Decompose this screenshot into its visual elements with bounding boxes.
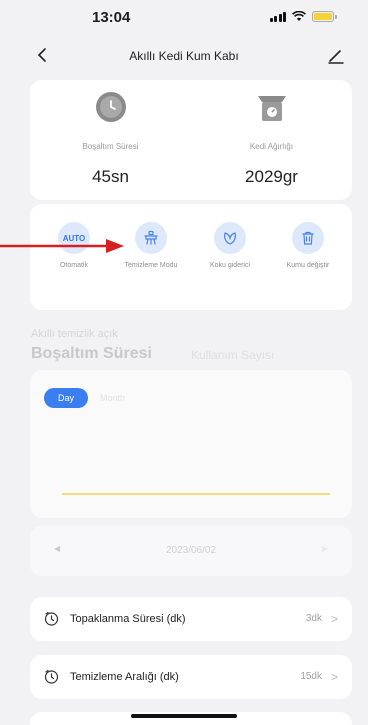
cat-weight-label: Kedi Ağırlığı: [249, 142, 294, 151]
mode-deodorizer[interactable]: Koku giderici: [194, 222, 266, 269]
setting-cleaning-interval[interactable]: Temizleme Aralığı (dk) 15dk >: [30, 655, 352, 699]
wifi-icon: [292, 11, 306, 21]
annotation-arrow-icon: [0, 239, 124, 253]
chart-card: Day Month: [30, 370, 352, 518]
setting-label: Temizleme Aralığı (dk): [70, 671, 179, 683]
mode-cleaning-label: Temizleme Modu: [124, 262, 178, 269]
current-date: 2023/06/02: [165, 545, 217, 556]
next-date-button[interactable]: ▶: [322, 544, 328, 553]
setting-value: 3dk: [305, 613, 322, 624]
setting-label: Topaklanma Süresi (dk): [70, 613, 186, 625]
mode-change-litter-label: Kumu değiştir: [286, 262, 330, 269]
modes-card: AUTO Otomatik Temizleme Modu Koku gideri…: [30, 204, 352, 310]
drain-time-value: 45sn: [92, 167, 129, 186]
date-navigator: ◀ 2023/06/02 ▶: [30, 526, 352, 576]
mode-change-litter[interactable]: Kumu değiştir: [272, 222, 344, 269]
edit-pencil-icon[interactable]: [326, 45, 346, 65]
setting-value: 15dk: [300, 671, 322, 682]
smart-cleaning-status: Akıllı temizlik açık: [31, 328, 118, 340]
page-title: Akıllı Kedi Kum Kabı: [129, 49, 239, 63]
chevron-right-icon: >: [330, 612, 338, 626]
chart-area: [62, 493, 330, 495]
trash-icon: [302, 231, 314, 245]
chevron-right-icon: >: [330, 670, 338, 684]
cat-weight-stat: Kedi Ağırlığı 2029gr: [191, 80, 352, 200]
status-bar: 13:04: [0, 0, 368, 32]
drain-time-stat: Boşaltım Süresi 45sn: [30, 80, 191, 200]
clock-icon: [44, 669, 59, 684]
status-time: 13:04: [92, 9, 131, 26]
home-indicator[interactable]: [131, 714, 237, 718]
cellular-signal-icon: [269, 11, 286, 22]
clock-icon: [44, 611, 59, 626]
tab-drain-time[interactable]: Boşaltım Süresi: [31, 345, 152, 363]
tab-usage-count[interactable]: Kullanım Sayısı: [191, 348, 274, 362]
weighing-scale-icon: [258, 96, 286, 121]
timer-clock-icon: [96, 92, 126, 122]
leaf-icon: [224, 232, 236, 245]
drain-time-label: Boşaltım Süresi: [82, 142, 139, 151]
mode-deodorizer-label: Koku giderici: [209, 262, 251, 269]
cat-weight-value: 2029gr: [245, 167, 298, 186]
cleaning-mode-icon: [144, 230, 158, 245]
stats-card: Boşaltım Süresi 45sn Kedi Ağırlığı 2029g…: [30, 80, 352, 200]
mode-automatic-label: Otomatik: [59, 262, 88, 269]
setting-clumping-time[interactable]: Topaklanma Süresi (dk) 3dk >: [30, 597, 352, 641]
nav-bar: Akıllı Kedi Kum Kabı: [0, 40, 368, 72]
status-icons: [269, 11, 337, 22]
battery-icon: [312, 11, 337, 22]
